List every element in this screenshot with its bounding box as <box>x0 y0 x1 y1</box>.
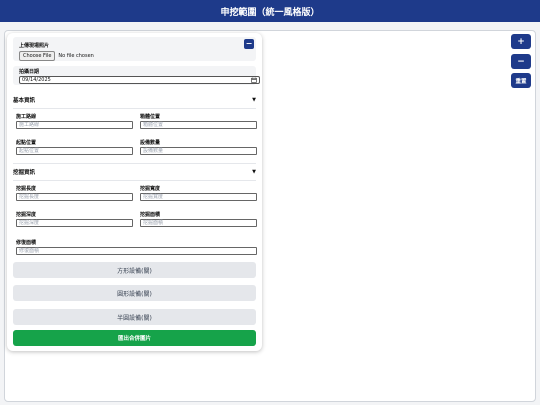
road-label: 施工路線 <box>16 114 37 120</box>
dig-depth-input[interactable]: 挖掘深度 <box>16 219 133 227</box>
dig-depth-field: 挖掘深度 挖掘深度 <box>16 212 133 227</box>
dig-width-label: 挖掘寬度 <box>140 186 161 192</box>
start-input[interactable]: 起點位置 <box>16 147 133 155</box>
section-dig-toggle[interactable]: 挖掘資訊 ▼ <box>13 167 256 177</box>
date-input[interactable]: 09/14/2025 <box>19 76 260 84</box>
dig-width-field: 挖掘寬度 挖掘寬度 <box>140 186 257 201</box>
dig-area-label: 挖掘面積 <box>140 212 161 218</box>
divider <box>13 163 256 164</box>
reset-label: 重置 <box>515 78 527 85</box>
control-panel: 上傳現場照片 Choose File No file chosen − 拍攝日期… <box>7 33 262 351</box>
date-label: 拍攝日期 <box>19 69 40 75</box>
section-basic-title: 基本資訊 <box>13 98 36 104</box>
date-section: 拍攝日期 09/14/2025 <box>13 66 260 85</box>
section-basic-toggle[interactable]: 基本資訊 ▼ <box>13 95 256 105</box>
half-circle-equipment-button[interactable]: 半圓設備(關) <box>13 309 256 325</box>
equip-qty-field: 設備數量 設備數量 <box>140 140 257 155</box>
page-title: 申挖範圍（統一風格版） <box>220 7 320 18</box>
cabinet-field: 箱體位置 箱體位置 <box>140 114 257 129</box>
date-value: 09/14/2025 <box>22 77 51 83</box>
repair-area-field: 修復面積 修復面積 <box>16 240 257 255</box>
dig-area-input[interactable]: 挖掘面積 <box>140 219 257 227</box>
dig-length-input[interactable]: 挖掘長度 <box>16 193 133 201</box>
upload-label: 上傳現場照片 <box>19 43 50 49</box>
zoom-in-button[interactable]: + <box>511 34 531 49</box>
equip-qty-label: 設備數量 <box>140 140 161 146</box>
square-equipment-button[interactable]: 方形設備(關) <box>13 262 256 278</box>
collapse-button[interactable]: − <box>244 39 254 49</box>
cabinet-label: 箱體位置 <box>140 114 161 120</box>
start-field: 起點位置 起點位置 <box>16 140 133 155</box>
choose-file-button[interactable]: Choose File <box>19 51 56 61</box>
circle-equipment-button[interactable]: 圓形設備(關) <box>13 285 256 301</box>
dig-length-field: 挖掘長度 挖掘長度 <box>16 186 133 201</box>
section-dig-title: 挖掘資訊 <box>13 170 36 176</box>
upload-section: 上傳現場照片 Choose File No file chosen − <box>13 37 256 61</box>
app-header: 申挖範圍（統一風格版） <box>0 0 540 22</box>
plus-icon: + <box>517 36 525 47</box>
file-input[interactable]: Choose File No file chosen <box>19 51 250 61</box>
road-field: 施工路線 施工路線 <box>16 114 133 129</box>
road-input[interactable]: 施工路線 <box>16 121 133 129</box>
cabinet-input[interactable]: 箱體位置 <box>140 121 257 129</box>
zoom-reset-button[interactable]: 重置 <box>511 73 531 88</box>
calendar-icon[interactable] <box>251 77 257 83</box>
dig-area-field: 挖掘面積 挖掘面積 <box>140 212 257 227</box>
divider <box>13 108 256 109</box>
minus-icon: − <box>245 39 253 48</box>
triangle-down-icon: ▼ <box>252 97 256 103</box>
file-status: No file chosen <box>58 53 94 59</box>
zoom-out-button[interactable]: − <box>511 54 531 69</box>
minus-icon: − <box>517 56 525 67</box>
dig-width-input[interactable]: 挖掘寬度 <box>140 193 257 201</box>
equip-qty-input[interactable]: 設備數量 <box>140 147 257 155</box>
triangle-down-icon: ▼ <box>252 169 256 175</box>
export-image-button[interactable]: 匯出合併圖片 <box>13 330 256 346</box>
repair-area-label: 修復面積 <box>16 240 37 246</box>
repair-area-input[interactable]: 修復面積 <box>16 247 257 255</box>
dig-depth-label: 挖掘深度 <box>16 212 37 218</box>
divider <box>13 180 256 181</box>
dig-length-label: 挖掘長度 <box>16 186 37 192</box>
start-label: 起點位置 <box>16 140 37 146</box>
panel-content: 上傳現場照片 Choose File No file chosen − 拍攝日期… <box>13 37 260 85</box>
